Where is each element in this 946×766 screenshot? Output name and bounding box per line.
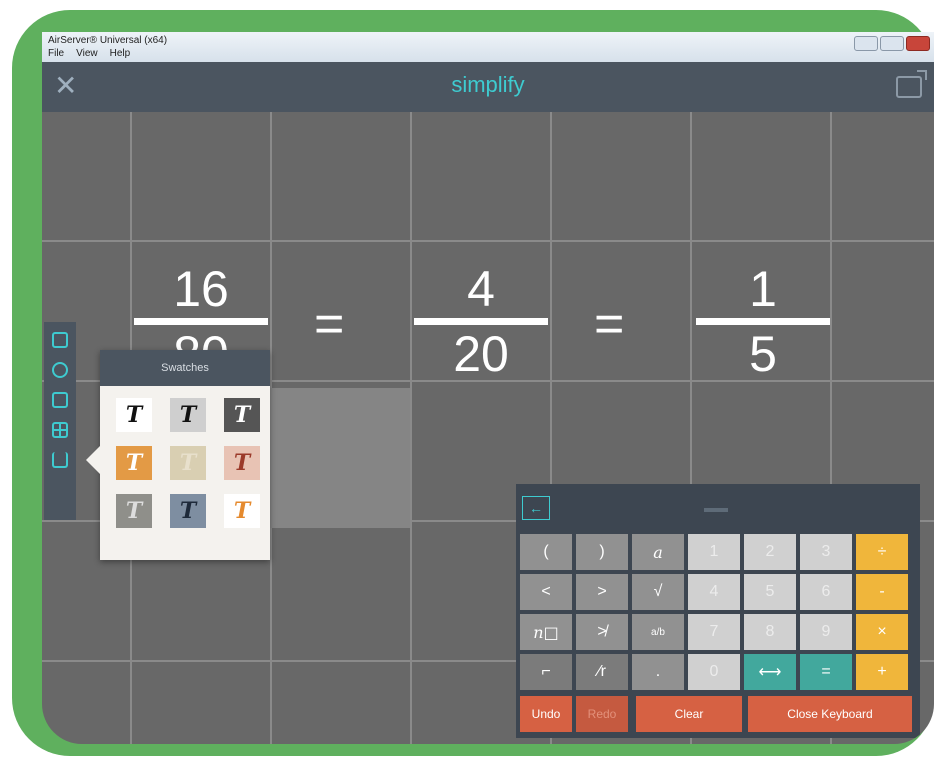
swatch-glyph: T <box>179 450 197 476</box>
key-2[interactable]: 2 <box>744 534 796 570</box>
key-close-paren[interactable]: ) <box>576 534 628 570</box>
undo-button[interactable]: Undo <box>520 696 572 732</box>
back-arrow-icon[interactable]: ← <box>522 496 550 520</box>
side-toolbar <box>44 322 76 520</box>
menu-file[interactable]: File <box>48 48 64 59</box>
page-title: simplify <box>451 72 525 97</box>
swatch-glyph: T <box>233 498 251 524</box>
fraction-denominator: 20 <box>453 326 509 382</box>
equals-sign: = <box>594 295 625 353</box>
key-1[interactable]: 1 <box>688 534 740 570</box>
swatch-glyph: T <box>125 450 143 476</box>
swatch-item[interactable]: T <box>224 398 260 432</box>
key-less-than[interactable]: < <box>520 574 572 610</box>
swatch-item[interactable]: T <box>170 494 206 528</box>
window-title: AirServer® Universal (x64) <box>48 35 168 46</box>
swatch-glyph: T <box>125 402 143 428</box>
menu-help[interactable]: Help <box>110 48 131 59</box>
swatch-item[interactable]: T <box>116 398 152 432</box>
key-8[interactable]: 8 <box>744 614 796 650</box>
swatch-item[interactable]: T <box>116 446 152 480</box>
style-icon[interactable] <box>52 362 68 378</box>
key-remainder-division[interactable]: ⁄r <box>576 654 628 690</box>
key-7[interactable]: 7 <box>688 614 740 650</box>
key-divide[interactable]: ÷ <box>856 534 908 570</box>
swatch-item[interactable]: T <box>116 494 152 528</box>
minimize-button[interactable] <box>854 36 878 51</box>
screen: AirServer® Universal (x64) File View Hel… <box>42 32 934 744</box>
fraction-bar <box>134 318 268 325</box>
fraction-bar <box>414 318 548 325</box>
swatch-glyph: T <box>179 402 197 428</box>
notes-icon[interactable] <box>52 392 68 408</box>
swatch-glyph: T <box>179 498 197 524</box>
key-0[interactable]: 0 <box>688 654 740 690</box>
key-long-division[interactable]: ⌐ <box>520 654 572 690</box>
external-link-icon[interactable] <box>896 70 927 98</box>
fraction-4-20[interactable]: 4 20 <box>414 264 548 379</box>
window-titlebar: AirServer® Universal (x64) File View Hel… <box>42 32 934 62</box>
share-icon[interactable] <box>52 452 68 468</box>
key-equals[interactable]: = <box>800 654 852 690</box>
key-5[interactable]: 5 <box>744 574 796 610</box>
swatch-grid: T T T T T T T T T <box>100 386 270 528</box>
equals-sign: = <box>314 295 345 353</box>
swatch-glyph: T <box>233 450 251 476</box>
key-decimal[interactable]: . <box>632 654 684 690</box>
key-open-paren[interactable]: ( <box>520 534 572 570</box>
key-3[interactable]: 3 <box>800 534 852 570</box>
swatch-item[interactable]: T <box>224 446 260 480</box>
key-9[interactable]: 9 <box>800 614 852 650</box>
swatch-item[interactable]: T <box>170 398 206 432</box>
key-span-arrow[interactable]: ⟷ <box>744 654 796 690</box>
fraction-numerator: 1 <box>749 261 777 317</box>
selected-cell[interactable] <box>270 388 410 528</box>
swatch-item[interactable]: T <box>224 494 260 528</box>
key-multiply[interactable]: × <box>856 614 908 650</box>
window-controls <box>854 36 930 51</box>
clear-button[interactable]: Clear <box>636 696 742 732</box>
key-6[interactable]: 6 <box>800 574 852 610</box>
swatches-title: Swatches <box>100 350 270 386</box>
redo-button[interactable]: Redo <box>576 696 628 732</box>
key-fraction[interactable]: a/b <box>632 614 684 650</box>
key-exponent[interactable]: n□ <box>520 614 572 650</box>
close-keyboard-button[interactable]: Close Keyboard <box>748 696 912 732</box>
app-header: ✕ simplify <box>42 62 934 112</box>
swatch-glyph: T <box>233 402 251 428</box>
key-variable-a[interactable]: a <box>632 534 684 570</box>
fraction-1-5[interactable]: 1 5 <box>696 264 830 379</box>
key-4[interactable]: 4 <box>688 574 740 610</box>
maximize-button[interactable] <box>880 36 904 51</box>
key-not-equal[interactable]: ≯ <box>576 614 628 650</box>
math-keyboard: ← ( ) a 1 2 3 ÷ < > √ 4 5 6 - n□ ≯ a/b 7… <box>516 484 920 738</box>
fraction-numerator: 16 <box>173 261 229 317</box>
key-minus[interactable]: - <box>856 574 908 610</box>
key-greater-than[interactable]: > <box>576 574 628 610</box>
keyboard-topbar: ← <box>516 484 920 530</box>
swatch-glyph: T <box>125 498 143 524</box>
key-sqrt[interactable]: √ <box>632 574 684 610</box>
pages-icon[interactable] <box>52 332 68 348</box>
fraction-numerator: 4 <box>467 261 495 317</box>
menu-bar: File View Help <box>42 48 130 59</box>
grid-icon[interactable] <box>52 422 68 438</box>
menu-view[interactable]: View <box>76 48 98 59</box>
swatches-popover: Swatches T T T T T T T T T <box>86 350 270 560</box>
swatch-item[interactable]: T <box>170 446 206 480</box>
key-plus[interactable]: + <box>856 654 908 690</box>
window-close-button[interactable] <box>906 36 930 51</box>
fraction-denominator: 5 <box>749 326 777 382</box>
keyboard-drag-handle[interactable] <box>704 508 728 512</box>
fraction-bar <box>696 318 830 325</box>
